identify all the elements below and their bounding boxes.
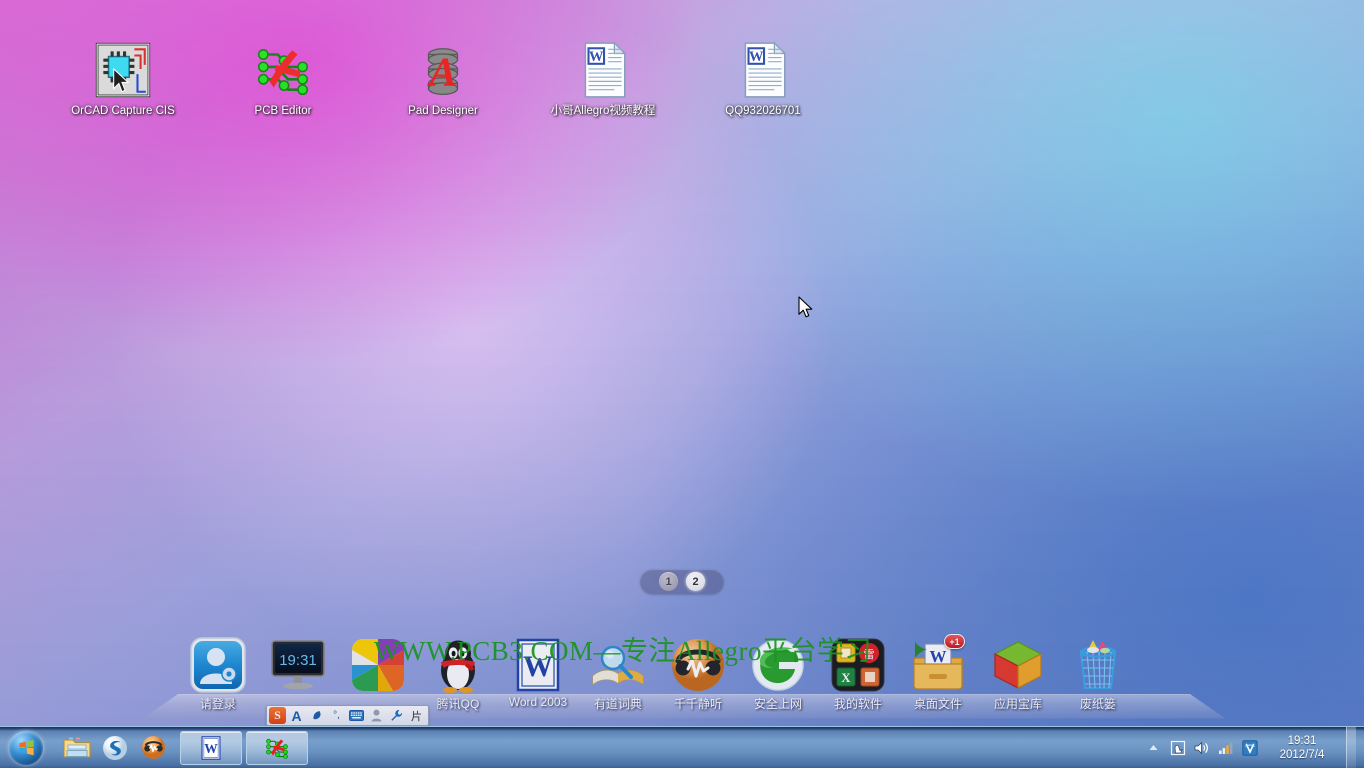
dock-item-label: 应用宝库 <box>993 697 1042 711</box>
dock-item-label: 千千静听 <box>673 697 722 711</box>
dock-item-label: 废纸篓 <box>1079 697 1116 711</box>
clock-widget-icon[interactable]: 19:31 <box>269 636 327 694</box>
dock-item-9[interactable]: 雷 X 我的软件 <box>818 636 898 712</box>
word-icon: W <box>198 735 224 761</box>
pcb-editor-icon <box>264 735 290 761</box>
desktop-icon-1[interactable]: OrCAD Capture CIS <box>58 40 188 118</box>
desktop-icon-label: 小哥Allegro视频教程 <box>550 105 656 117</box>
desktop-files-icon[interactable]: W +1 <box>909 634 967 694</box>
dock-item-badge: +1 <box>944 634 965 649</box>
svg-text:W: W <box>523 650 553 683</box>
ime-mode-letter-icon[interactable]: A <box>287 707 306 725</box>
word-document-icon: W <box>733 40 793 100</box>
ttplayer-icon[interactable] <box>669 636 727 694</box>
dock-item-4[interactable]: 腾讯QQ <box>418 636 498 712</box>
svg-text:雷: 雷 <box>864 648 875 661</box>
orcad-capture-cis-icon <box>93 40 153 100</box>
desktop-icon-label: Pad Designer <box>408 105 478 117</box>
picasa-icon[interactable] <box>349 636 407 694</box>
explorer-folder-icon[interactable] <box>60 731 94 765</box>
my-software-folder-icon[interactable]: 雷X <box>829 636 887 694</box>
svg-text:A: A <box>426 49 457 95</box>
desktop-icon-2[interactable]: PCB Editor <box>218 40 348 118</box>
desktop-icon-label: OrCAD Capture CIS <box>71 105 175 117</box>
clock-date: 2012/7/4 <box>1279 748 1325 761</box>
sogou-browser-icon[interactable] <box>98 731 132 765</box>
dock-item-1[interactable]: 请登录 <box>178 636 258 712</box>
start-button[interactable] <box>2 729 50 767</box>
svg-text:W: W <box>204 740 218 755</box>
dock-item-label: 我的软件 <box>833 697 882 711</box>
dock-item-6[interactable]: 有道词典 <box>578 636 658 712</box>
volume-icon[interactable] <box>1193 739 1210 756</box>
network-icon[interactable] <box>1217 739 1234 756</box>
taskbar-clock[interactable]: 19:31 2012/7/4 <box>1271 734 1333 762</box>
dock-item-label: 桌面文件 <box>913 697 962 711</box>
youdao-dict-icon[interactable] <box>589 636 647 694</box>
taskbar-button-word-window[interactable]: W <box>180 730 242 765</box>
desktop-icon-5[interactable]: W QQ932026701 <box>698 40 828 118</box>
safely-remove-hardware-icon[interactable] <box>1169 739 1186 756</box>
dock-item-label: 安全上网 <box>753 697 802 711</box>
word-document-icon: W <box>573 40 633 100</box>
desktop-icon-label: PCB Editor <box>254 105 312 117</box>
sogou-logo-icon[interactable]: S <box>269 707 286 724</box>
dock-item-label: 有道词典 <box>593 697 642 711</box>
system-tray[interactable]: 19:31 2012/7/4 <box>1145 726 1364 768</box>
ime-moon-icon[interactable] <box>307 707 326 725</box>
clock-time: 19:31 <box>1287 734 1317 747</box>
desktop-background[interactable]: OrCAD Capture CIS PCB Editor A Pad Designer… <box>0 0 1364 726</box>
windows-taskbar[interactable]: W 19:31 2012/7/4 <box>0 726 1364 768</box>
show-hidden-icons-arrow[interactable] <box>1145 739 1162 756</box>
antivirus-shield-icon[interactable] <box>1241 739 1258 756</box>
dock-item-3[interactable] <box>338 636 418 695</box>
svg-text:W: W <box>930 647 947 666</box>
dock-item-label: 请登录 <box>199 697 236 711</box>
sogou-ime-toolbar[interactable]: S A °, 片 <box>266 705 429 726</box>
windows-logo-icon <box>9 730 43 765</box>
dock-item-10[interactable]: W +1 桌面文件 <box>898 634 978 712</box>
quick-launch-bar[interactable] <box>60 731 170 765</box>
dock-item-label: Word 2003 <box>508 695 568 709</box>
taskbar-window-buttons[interactable]: W <box>180 730 308 765</box>
dock-item-11[interactable]: 应用宝库 <box>978 636 1058 712</box>
qq-penguin-icon[interactable] <box>429 636 487 694</box>
desktop-icon-label: QQ932026701 <box>725 105 801 117</box>
dock-item-12[interactable]: 废纸篓 <box>1058 636 1138 712</box>
ie-secure-browser-icon[interactable] <box>749 636 807 694</box>
ime-wrench-icon[interactable] <box>387 707 406 725</box>
page-dot-1[interactable]: 1 <box>659 572 678 591</box>
show-desktop-button[interactable] <box>1346 726 1356 768</box>
desktop-icon-4[interactable]: W 小哥Allegro视频教程 <box>538 40 668 118</box>
svg-text:W: W <box>749 49 764 65</box>
taskbar-button-pcb-editor-window[interactable] <box>246 730 308 765</box>
dock-item-2[interactable]: 19:31 <box>258 636 338 695</box>
dock-item-7[interactable]: 千千静听 <box>658 636 738 712</box>
dock-item-label: 腾讯QQ <box>436 697 480 711</box>
ime-keyboard-icon[interactable] <box>347 707 366 725</box>
recycle-bin-icon[interactable] <box>1069 636 1127 694</box>
mouse-cursor <box>798 296 815 325</box>
user-login-icon[interactable] <box>189 636 247 694</box>
dock-item-5[interactable]: W Word 2003 <box>498 636 578 709</box>
pad-designer-icon: A <box>413 40 473 100</box>
page-dot-2[interactable]: 2 <box>686 572 705 591</box>
svg-text:19:31: 19:31 <box>279 652 317 669</box>
desktop-icon-3[interactable]: A Pad Designer <box>378 40 508 118</box>
dock-item-8[interactable]: 安全上网 <box>738 636 818 712</box>
ime-punctuation-icon[interactable]: °, <box>327 707 346 725</box>
word-icon[interactable]: W <box>509 636 567 694</box>
app-store-cube-icon[interactable] <box>989 636 1047 694</box>
svg-text:X: X <box>841 670 851 685</box>
ttplayer-icon[interactable] <box>136 731 170 765</box>
pcb-editor-icon <box>253 40 313 100</box>
ime-user-icon[interactable] <box>367 707 386 725</box>
desktop-page-indicator[interactable]: 1 2 <box>640 569 724 594</box>
svg-text:W: W <box>589 49 604 65</box>
ime-extra-icon[interactable]: 片 <box>407 707 426 725</box>
